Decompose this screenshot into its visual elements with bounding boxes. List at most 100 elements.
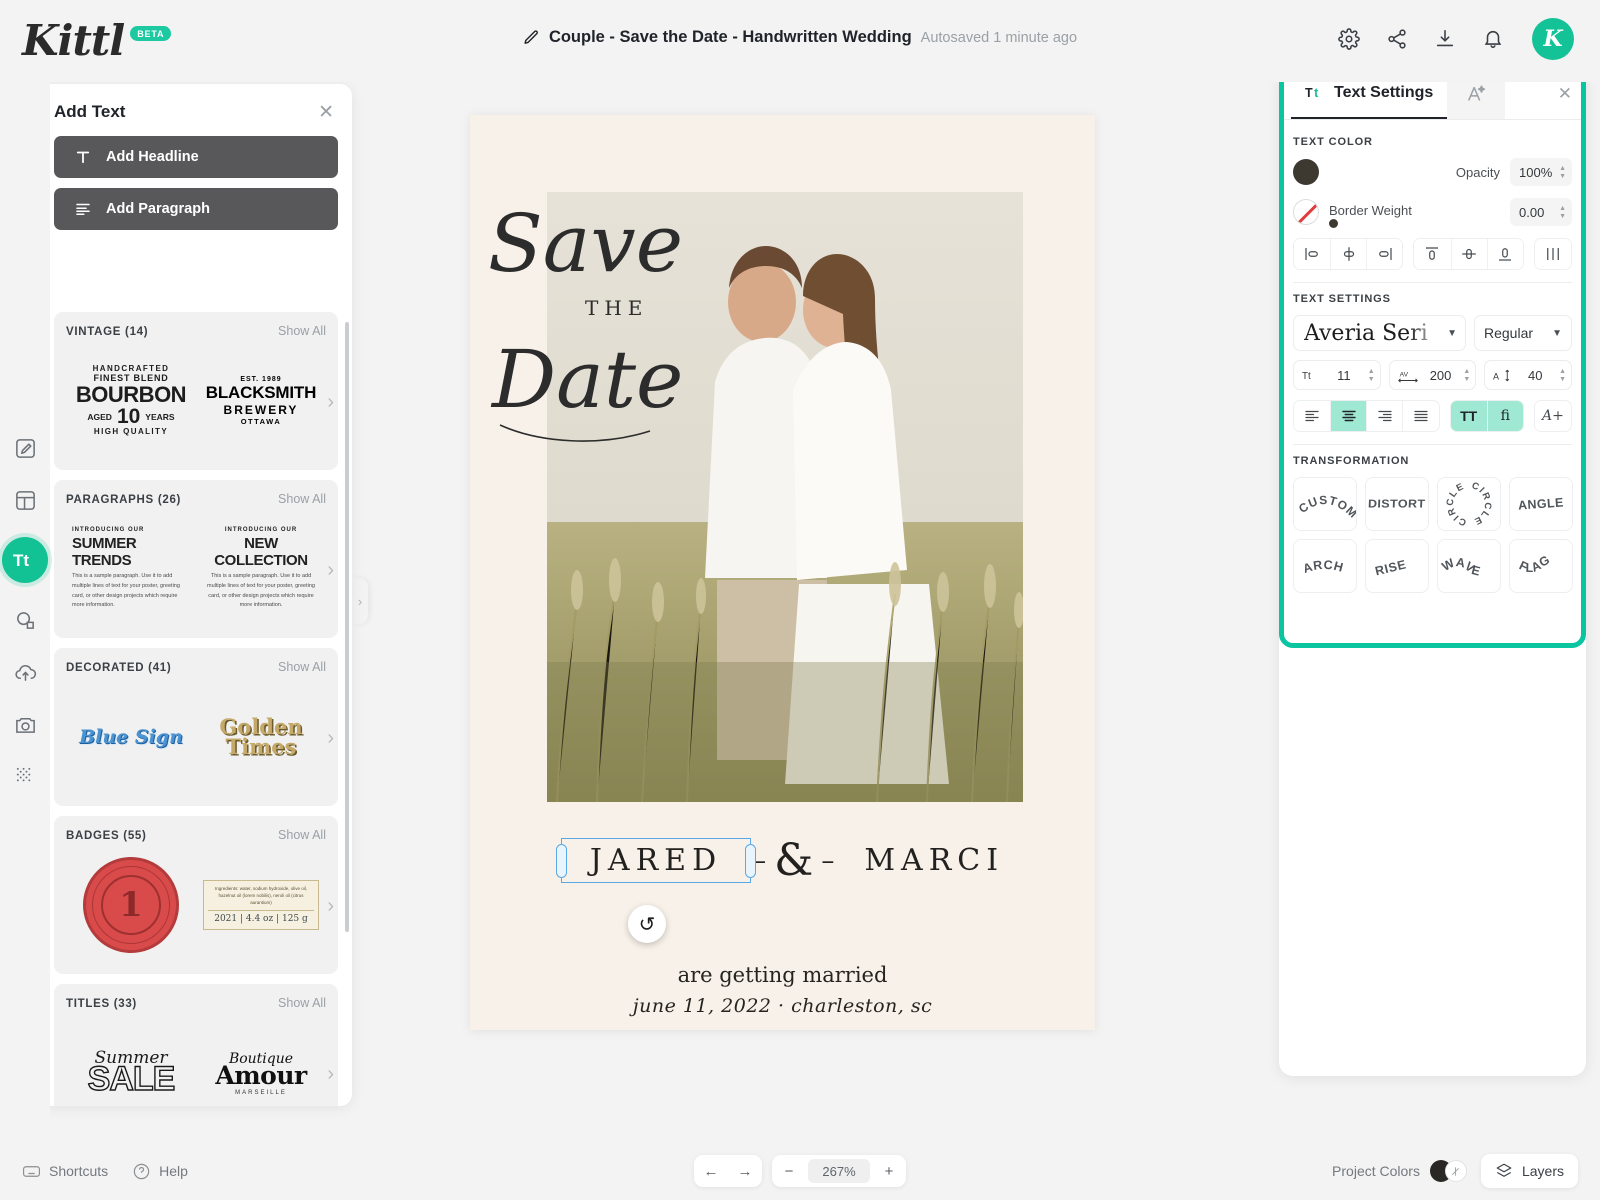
- style-thumb[interactable]: Blue Sign: [69, 681, 194, 793]
- chevron-right-icon[interactable]: ›: [327, 391, 334, 414]
- transform-flag[interactable]: FLAG: [1509, 539, 1573, 593]
- transform-wave[interactable]: WAVE: [1437, 539, 1501, 593]
- project-colors[interactable]: Project Colors: [1332, 1160, 1467, 1182]
- align-object-middle-v-icon[interactable]: [1450, 239, 1487, 269]
- rail-item-templates[interactable]: [10, 485, 40, 515]
- text-color-swatch[interactable]: [1293, 159, 1319, 185]
- text-tt-icon: Tt: [1305, 83, 1325, 103]
- document-title[interactable]: Couple - Save the Date - Handwritten Wed…: [549, 28, 912, 47]
- font-family-select[interactable]: Averia Seri ▼: [1293, 315, 1466, 351]
- style-thumb[interactable]: Golden Times: [199, 681, 324, 793]
- couple-photo[interactable]: [547, 192, 1023, 802]
- category-title: PARAGRAPHS (26): [66, 494, 182, 506]
- show-all-link[interactable]: Show All: [278, 324, 326, 338]
- transform-angle[interactable]: ANGLE: [1509, 477, 1573, 531]
- stepper-icon[interactable]: ▲ ▼: [1559, 368, 1566, 383]
- opacity-input[interactable]: 100% ▲ ▼: [1510, 158, 1572, 186]
- download-icon[interactable]: [1432, 26, 1458, 52]
- show-all-link[interactable]: Show All: [278, 492, 326, 506]
- style-thumb[interactable]: HANDCRAFTED FINEST BLEND BOURBON AGED 10…: [69, 345, 194, 457]
- design-card[interactable]: Save THE Date JARED – & – MARCI ↺ are ge…: [470, 115, 1095, 1030]
- close-icon[interactable]: ✕: [1558, 84, 1572, 104]
- font-weight-select[interactable]: Regular ▼: [1474, 315, 1572, 351]
- redo-button[interactable]: →: [728, 1155, 762, 1187]
- close-icon[interactable]: ✕: [318, 103, 334, 122]
- transform-custom[interactable]: CUSTOM: [1293, 477, 1357, 531]
- stepper-icon[interactable]: ▲ ▼: [1559, 165, 1566, 180]
- subtitle-line-1[interactable]: are getting married: [470, 963, 1095, 987]
- slider-knob[interactable]: [1329, 218, 1338, 228]
- gear-icon[interactable]: [1336, 26, 1362, 52]
- chevron-right-icon[interactable]: ›: [327, 895, 334, 918]
- style-thumb[interactable]: 1: [69, 849, 194, 961]
- style-thumb[interactable]: Summer SALE: [69, 1017, 194, 1106]
- ampersand[interactable]: &: [774, 835, 813, 886]
- panel-scrollbar[interactable]: [345, 322, 349, 932]
- resize-handle-left[interactable]: [555, 843, 567, 878]
- name-right[interactable]: MARCI: [864, 843, 1004, 878]
- align-object-right-icon[interactable]: [1366, 239, 1403, 269]
- zoom-value[interactable]: 267%: [808, 1159, 870, 1183]
- text-align-justify-icon[interactable]: [1402, 401, 1439, 431]
- border-color-swatch[interactable]: [1293, 199, 1319, 225]
- rail-item-photos[interactable]: [10, 709, 40, 739]
- chevron-right-icon[interactable]: ›: [327, 1063, 334, 1086]
- share-icon[interactable]: [1384, 26, 1410, 52]
- style-thumb[interactable]: INTRODUCING OUR SUMMER TRENDS This is a …: [69, 513, 194, 625]
- autosave-status: Autosaved 1 minute ago: [920, 29, 1078, 46]
- chevron-right-icon[interactable]: ›: [327, 727, 334, 750]
- style-thumb[interactable]: EST. 1989 BLACKSMITH BREWERY OTTAWA: [199, 345, 324, 457]
- project-color-swatch-light[interactable]: [1444, 1160, 1467, 1182]
- rail-item-edit[interactable]: [10, 433, 40, 463]
- rail-item-patterns[interactable]: [10, 761, 40, 791]
- rail-item-text[interactable]: Tt: [2, 537, 48, 583]
- add-headline-button[interactable]: Add Headline: [54, 136, 338, 178]
- line-height-input[interactable]: A 40 ▲ ▼: [1484, 360, 1573, 390]
- zoom-out-button[interactable]: −: [772, 1155, 806, 1187]
- zoom-in-button[interactable]: +: [872, 1155, 906, 1187]
- font-size-input[interactable]: Tt 11 ▲ ▼: [1293, 360, 1381, 390]
- style-thumb[interactable]: INTRODUCING OUR NEW COLLECTION This is a…: [199, 513, 324, 625]
- text-align-left-icon[interactable]: [1294, 401, 1331, 431]
- rotate-handle[interactable]: ↺: [628, 905, 666, 943]
- avatar[interactable]: K: [1532, 18, 1574, 60]
- transform-distort[interactable]: DISTORT: [1365, 477, 1429, 531]
- letter-spacing-input[interactable]: AV 200 ▲ ▼: [1388, 360, 1477, 390]
- stepper-icon[interactable]: ▲ ▼: [1463, 368, 1470, 383]
- ligature-toggle[interactable]: fi: [1486, 401, 1523, 431]
- bell-icon[interactable]: [1480, 26, 1506, 52]
- add-paragraph-button[interactable]: Add Paragraph: [54, 188, 338, 230]
- selected-text-jared[interactable]: JARED: [555, 838, 757, 883]
- layers-button[interactable]: Layers: [1480, 1154, 1578, 1188]
- distribute-icon[interactable]: [1534, 239, 1571, 269]
- transform-circle[interactable]: CIRCLE CIRCLE: [1437, 477, 1501, 531]
- style-thumb[interactable]: Boutique Amour MARSEILLE: [199, 1017, 324, 1106]
- show-all-link[interactable]: Show All: [278, 996, 326, 1010]
- align-object-left-icon[interactable]: [1294, 239, 1331, 269]
- border-weight-input[interactable]: 0.00 ▲ ▼: [1510, 198, 1572, 226]
- chevron-right-icon[interactable]: ›: [327, 559, 334, 582]
- project-color-swatches[interactable]: [1429, 1160, 1467, 1182]
- style-thumb[interactable]: Ingredients: water, sodium hydroxide, ol…: [199, 849, 324, 961]
- category-vintage: VINTAGE (14) Show All HANDCRAFTED FINEST…: [54, 312, 338, 470]
- show-all-link[interactable]: Show All: [278, 828, 326, 842]
- resize-handle-right[interactable]: [745, 843, 757, 878]
- align-object-center-h-icon[interactable]: [1330, 239, 1367, 269]
- collapse-panel-button[interactable]: ›: [352, 578, 368, 624]
- stepper-icon[interactable]: ▲ ▼: [1559, 205, 1566, 220]
- more-text-options-button[interactable]: A+: [1534, 401, 1571, 431]
- rail-item-uploads[interactable]: [10, 657, 40, 687]
- uppercase-toggle[interactable]: TT: [1450, 401, 1487, 431]
- undo-button[interactable]: ←: [694, 1155, 728, 1187]
- stepper-icon[interactable]: ▲ ▼: [1368, 368, 1375, 383]
- align-object-top-icon[interactable]: [1414, 239, 1451, 269]
- show-all-link[interactable]: Show All: [278, 660, 326, 674]
- text-align-center-icon[interactable]: [1330, 401, 1367, 431]
- subtitle-line-2[interactable]: june 11, 2022 · charleston, sc: [470, 995, 1095, 1017]
- transform-arch[interactable]: ARCH: [1293, 539, 1357, 593]
- rail-item-elements[interactable]: [10, 605, 40, 635]
- align-object-bottom-icon[interactable]: [1486, 239, 1523, 269]
- thumb-text: SALE: [87, 1059, 176, 1098]
- text-align-right-icon[interactable]: [1366, 401, 1403, 431]
- transform-rise[interactable]: RISE: [1365, 539, 1429, 593]
